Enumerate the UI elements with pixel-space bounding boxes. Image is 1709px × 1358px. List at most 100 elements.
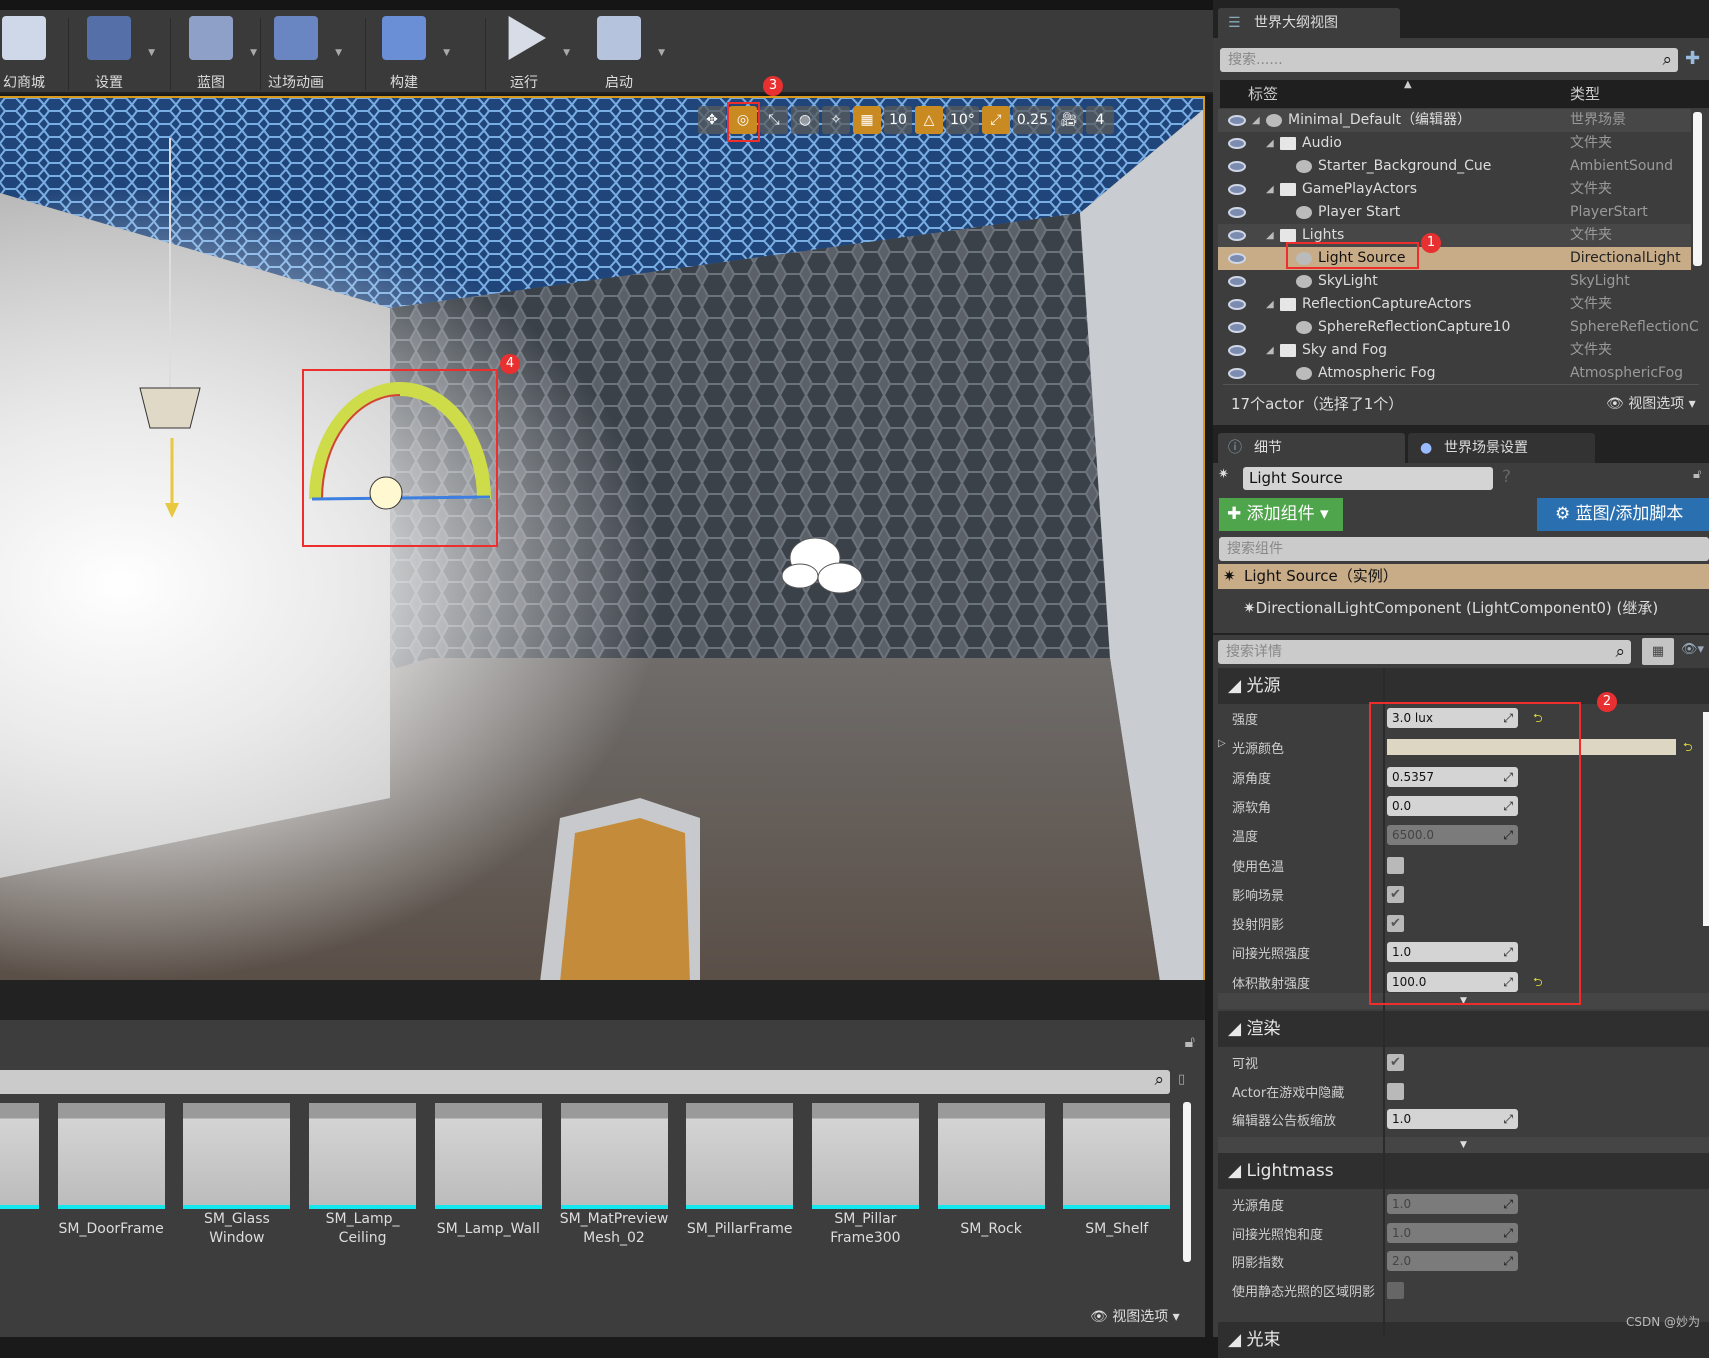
- visibility-eye-icon[interactable]: [1228, 345, 1246, 356]
- component-row[interactable]: ✷DirectionalLightComponent (LightCompone…: [1243, 597, 1658, 618]
- viewport-tool-world-icon[interactable]: ◍: [791, 106, 819, 134]
- outliner-row[interactable]: Starter_Background_Cue AmbientSound: [1218, 155, 1691, 178]
- expand-arrow-icon[interactable]: ▷: [1218, 738, 1226, 749]
- view-options-button[interactable]: 👁︎ 视图选项 ▾: [1090, 1306, 1180, 1326]
- viewport-tool-grid-icon[interactable]: ▦: [853, 106, 881, 134]
- expand-arrow-icon[interactable]: ◢: [1266, 293, 1274, 316]
- actor-name-input[interactable]: Light Source: [1243, 467, 1493, 490]
- visibility-eye-icon[interactable]: [1228, 207, 1246, 218]
- blueprint-add-script-button[interactable]: ⚙ 蓝图/添加脚本: [1537, 498, 1709, 531]
- viewport-tool-value[interactable]: 10: [884, 106, 912, 134]
- content-scrollbar[interactable]: [1183, 1102, 1191, 1262]
- property-matrix-button[interactable]: ▦: [1642, 638, 1674, 665]
- expand-arrow-icon[interactable]: ◢: [1266, 224, 1274, 247]
- toolbar-button-0[interactable]: 幻商城: [0, 14, 64, 91]
- section-header[interactable]: ◢ 渲染: [1218, 1011, 1709, 1047]
- lock-icon[interactable]: 🔓︎: [1693, 467, 1701, 482]
- toolbar-button-4[interactable]: 构建 ▼: [364, 14, 450, 91]
- rotate-gizmo[interactable]: [304, 371, 496, 545]
- property-checkbox[interactable]: [1387, 1082, 1404, 1100]
- property-value-input[interactable]: 1.0: [1387, 1109, 1518, 1130]
- outliner-view-options[interactable]: 👁︎ 视图选项 ▾: [1606, 393, 1696, 413]
- viewport-tool-scale-snap-icon[interactable]: ⤢: [981, 106, 1010, 134]
- property-checkbox[interactable]: [1387, 1282, 1404, 1300]
- toolbar-button-5[interactable]: 运行 ▼: [484, 14, 570, 91]
- column-label[interactable]: 标签: [1248, 80, 1278, 108]
- search-components-input[interactable]: 搜索组件: [1219, 537, 1709, 561]
- visibility-eye-icon[interactable]: [1228, 253, 1246, 264]
- asset-thumbnail[interactable]: [57, 1103, 165, 1209]
- component-instance-row[interactable]: ✷ Light Source（实例）: [1218, 564, 1709, 589]
- asset-thumbnail[interactable]: [686, 1103, 794, 1209]
- level-viewport[interactable]: ✥◎⤡◍✧▦10△10°⤢0.25🎥︎4 4 3: [0, 96, 1205, 980]
- tab-details[interactable]: ⓘ 细节: [1218, 433, 1405, 463]
- outliner-row[interactable]: SphereReflectionCapture10 SphereReflectio…: [1218, 316, 1699, 339]
- asset-thumbnail[interactable]: [1063, 1103, 1171, 1209]
- asset-thumbnail[interactable]: [309, 1103, 417, 1209]
- toolbar-button-2[interactable]: 蓝图 ▼: [171, 14, 257, 91]
- visibility-eye-icon[interactable]: [1228, 299, 1246, 310]
- tab-world-settings[interactable]: ● 世界场景设置: [1408, 433, 1595, 463]
- outliner-row[interactable]: ◢ ReflectionCaptureActors 文件夹: [1218, 293, 1691, 316]
- lock-icon[interactable]: 🔓︎: [1185, 1032, 1195, 1052]
- visibility-eye-icon[interactable]: [1228, 161, 1246, 172]
- viewport-tool-surface-snap-icon[interactable]: ✧: [822, 106, 850, 134]
- add-actor-icon[interactable]: ✚: [1685, 48, 1700, 69]
- chevron-down-icon[interactable]: ▼: [335, 48, 342, 58]
- section-header[interactable]: ◢ 光源: [1218, 668, 1709, 704]
- tab-world-outliner[interactable]: ☰ 世界大纲视图: [1218, 8, 1400, 38]
- property-checkbox[interactable]: ✔: [1387, 1054, 1404, 1071]
- chevron-down-icon[interactable]: ▼: [563, 48, 570, 58]
- visibility-eye-icon[interactable]: [1228, 368, 1246, 379]
- outliner-row[interactable]: ◢ GamePlayActors 文件夹: [1218, 178, 1691, 201]
- content-search-input[interactable]: ⌕: [0, 1070, 1170, 1094]
- asset-thumbnail[interactable]: [811, 1103, 919, 1209]
- outliner-row[interactable]: ◢ Sky and Fog 文件夹: [1218, 339, 1691, 362]
- save-search-icon[interactable]: ▯: [1178, 1072, 1185, 1087]
- property-value-input[interactable]: 1.0: [1387, 1222, 1518, 1243]
- advanced-expand[interactable]: ▼: [1218, 1137, 1709, 1153]
- expand-arrow-icon[interactable]: ◢: [1266, 178, 1274, 201]
- visibility-eye-icon[interactable]: [1228, 322, 1246, 333]
- expand-arrow-icon[interactable]: ◢: [1266, 339, 1274, 362]
- viewport-tool-scale-icon[interactable]: ⤡: [760, 106, 788, 134]
- expand-arrow-icon[interactable]: ◢: [1266, 132, 1274, 155]
- chevron-down-icon[interactable]: ▼: [658, 48, 665, 58]
- outliner-row[interactable]: SkyLight SkyLight: [1218, 270, 1691, 293]
- details-scrollbar[interactable]: [1703, 712, 1709, 926]
- visibility-eye-icon[interactable]: [1228, 276, 1246, 287]
- viewport-tool-camera-speed-icon[interactable]: 🎥︎: [1055, 106, 1083, 134]
- section-header[interactable]: ◢ Lightmass: [1218, 1153, 1709, 1189]
- chevron-down-icon[interactable]: ▼: [443, 48, 450, 58]
- visibility-eye-icon[interactable]: [1228, 138, 1246, 149]
- outliner-row[interactable]: ◢ Minimal_Default（编辑器） 世界场景: [1218, 109, 1691, 132]
- viewport-tool-value[interactable]: 4: [1086, 106, 1114, 134]
- outliner-row[interactable]: Atmospheric Fog AtmosphericFog: [1218, 362, 1691, 385]
- viewport-tool-value[interactable]: 0.25: [1012, 106, 1052, 134]
- outliner-search-input[interactable]: 搜索...... ⌕: [1220, 48, 1678, 72]
- asset-thumbnail[interactable]: [0, 1103, 39, 1209]
- toolbar-button-1[interactable]: 设置 ▼: [69, 14, 155, 91]
- chevron-down-icon[interactable]: ▼: [148, 48, 155, 58]
- asset-thumbnail[interactable]: [183, 1103, 291, 1209]
- help-icon[interactable]: ?: [1502, 467, 1511, 487]
- visibility-eye-icon[interactable]: [1228, 115, 1246, 126]
- visibility-eye-icon[interactable]: 👁︎▾: [1681, 642, 1704, 657]
- outliner-row[interactable]: ◢ Audio 文件夹: [1218, 132, 1691, 155]
- search-details-input[interactable]: 搜索详情 ⌕: [1218, 640, 1631, 664]
- outliner-row[interactable]: Player Start PlayerStart: [1218, 201, 1691, 224]
- column-type[interactable]: 类型: [1570, 80, 1600, 108]
- reset-to-default-icon[interactable]: ⮌: [1683, 738, 1693, 759]
- asset-thumbnail[interactable]: [434, 1103, 542, 1209]
- visibility-eye-icon[interactable]: [1228, 230, 1246, 241]
- asset-thumbnail[interactable]: [560, 1103, 668, 1209]
- visibility-eye-icon[interactable]: [1228, 184, 1246, 195]
- viewport-tool-angle-icon[interactable]: △: [915, 106, 943, 134]
- expand-arrow-icon[interactable]: ◢: [1252, 109, 1260, 132]
- property-value-input[interactable]: 1.0: [1387, 1194, 1518, 1214]
- viewport-tool-value[interactable]: 10°: [946, 106, 979, 134]
- outliner-scrollbar[interactable]: [1693, 112, 1702, 266]
- viewport-tool-translate-icon[interactable]: ✥: [698, 106, 726, 134]
- asset-thumbnail[interactable]: [937, 1103, 1045, 1209]
- toolbar-button-3[interactable]: 过场动画 ▼: [256, 14, 342, 91]
